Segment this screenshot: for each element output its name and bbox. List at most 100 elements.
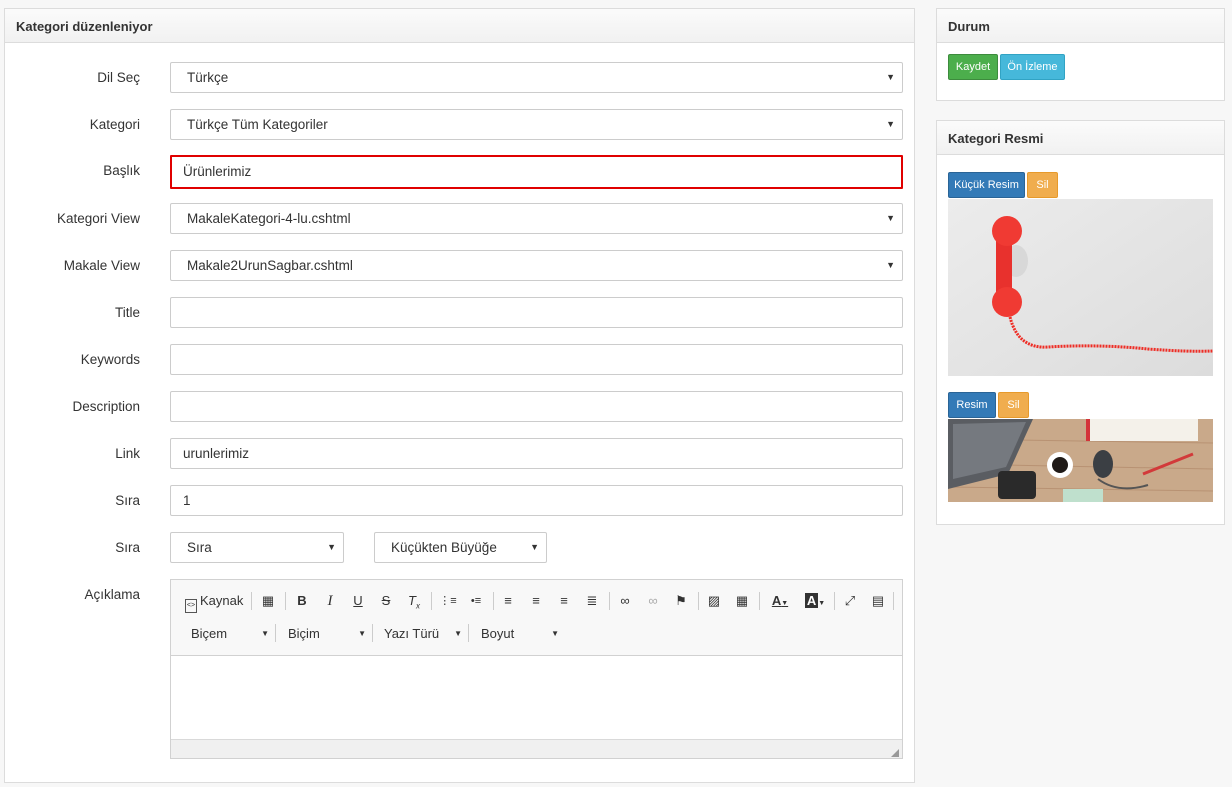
- source-icon: <>: [185, 599, 197, 613]
- order-label: Sıra: [115, 493, 140, 508]
- sort-field-select[interactable]: Sıra ▼: [170, 532, 344, 563]
- italic-icon[interactable]: I: [321, 592, 339, 610]
- sort-direction-select[interactable]: Küçükten Büyüğe ▼: [374, 532, 547, 563]
- heading-label: Başlık: [103, 163, 140, 178]
- status-title: Durum: [937, 9, 1224, 43]
- size-combo[interactable]: Boyut ▼: [481, 624, 559, 644]
- underline-icon[interactable]: U: [349, 592, 367, 610]
- telephone-receiver-image: [948, 199, 1213, 376]
- keywords-label: Keywords: [80, 352, 140, 367]
- image-icon[interactable]: ▨: [705, 592, 723, 610]
- format-combo-label: Biçem: [191, 626, 228, 641]
- order-input[interactable]: 1: [170, 485, 903, 516]
- strikethrough-icon[interactable]: S: [377, 592, 395, 610]
- category-view-label: Kategori View: [56, 211, 140, 226]
- anchor-flag-icon[interactable]: ⚑: [672, 592, 690, 610]
- heading-input[interactable]: Ürünlerimiz: [170, 155, 903, 189]
- small-image-preview: [948, 199, 1213, 376]
- category-edit-panel: Kategori düzenleniyor Dil Seç Türkçe ▼ K…: [4, 8, 915, 783]
- remove-format-icon[interactable]: Tx: [405, 592, 423, 611]
- numbered-list-icon[interactable]: ⋮≡: [439, 592, 457, 610]
- article-view-select[interactable]: Makale2UrunSagbar.cshtml ▼: [170, 250, 903, 281]
- category-select[interactable]: Türkçe Tüm Kategoriler ▼: [170, 109, 903, 140]
- table-icon[interactable]: ▦: [733, 592, 751, 610]
- language-select[interactable]: Türkçe ▼: [170, 62, 903, 93]
- category-view-select[interactable]: MakaleKategori-4-lu.cshtml ▼: [170, 203, 903, 234]
- chevron-down-icon: ▼: [530, 542, 539, 552]
- chevron-down-icon: ▼: [454, 629, 462, 638]
- link-label: Link: [115, 446, 140, 461]
- category-value: Türkçe Tüm Kategoriler: [187, 117, 328, 132]
- link-input[interactable]: urunlerimiz: [170, 438, 903, 469]
- show-blocks-icon[interactable]: ▤: [869, 592, 887, 610]
- toolbar-separator: [493, 592, 494, 610]
- align-center-icon[interactable]: ≡: [527, 592, 545, 610]
- text-color-icon[interactable]: A▼: [766, 592, 794, 610]
- chevron-down-icon: ▼: [886, 213, 895, 223]
- toolbar-separator: [275, 624, 276, 642]
- panel-title: Kategori düzenleniyor: [5, 9, 914, 43]
- maximize-icon[interactable]: ⤢: [841, 592, 859, 610]
- chevron-down-icon: ▼: [886, 260, 895, 270]
- save-button[interactable]: Kaydet: [948, 54, 998, 80]
- toolbar-separator: [251, 592, 252, 610]
- desk-workspace-image: [948, 419, 1213, 502]
- unlink-icon[interactable]: ∞: [644, 592, 662, 610]
- category-image-panel: Kategori Resmi Küçük Resim Sil Resim Sil: [936, 120, 1225, 525]
- article-view-label: Makale View: [63, 258, 140, 273]
- toolbar-separator: [468, 624, 469, 642]
- language-row: Dil Seç Türkçe ▼: [5, 62, 914, 94]
- small-image-button[interactable]: Küçük Resim: [948, 172, 1025, 198]
- font-combo[interactable]: Yazı Türü ▼: [384, 624, 462, 644]
- bold-icon[interactable]: B: [293, 592, 311, 610]
- toolbar-separator: [431, 592, 432, 610]
- category-label: Kategori: [89, 117, 140, 132]
- body-label: Açıklama: [84, 587, 140, 602]
- image-delete-button[interactable]: Sil: [998, 392, 1029, 418]
- toolbar-separator: [893, 592, 894, 610]
- editor-statusbar: [171, 739, 902, 758]
- style-combo[interactable]: Biçim ▼: [288, 624, 366, 644]
- category-view-row: Kategori View MakaleKategori-4-lu.cshtml…: [5, 203, 914, 235]
- justify-icon[interactable]: ≣: [583, 592, 601, 610]
- sort-field-value: Sıra: [187, 540, 212, 555]
- link-icon[interactable]: ∞: [616, 592, 634, 610]
- chevron-down-icon: ▼: [327, 542, 336, 552]
- keywords-row: Keywords: [5, 344, 914, 376]
- chevron-down-icon: ▼: [551, 629, 559, 638]
- source-button[interactable]: <> Kaynak: [185, 592, 247, 613]
- toolbar-separator: [609, 592, 610, 610]
- link-row: Link urunlerimiz: [5, 438, 914, 470]
- language-label: Dil Seç: [97, 70, 140, 85]
- chevron-down-icon: ▼: [886, 72, 895, 82]
- size-combo-label: Boyut: [481, 626, 515, 641]
- order-row: Sıra 1: [5, 485, 914, 517]
- chevron-down-icon: ▼: [358, 629, 366, 638]
- heading-value: Ürünlerimiz: [183, 164, 252, 179]
- resize-handle-icon[interactable]: [891, 749, 899, 757]
- description-input[interactable]: [170, 391, 903, 422]
- title-row: Title: [5, 297, 914, 329]
- title-label: Title: [114, 305, 140, 320]
- language-value: Türkçe: [187, 70, 229, 85]
- align-left-icon[interactable]: ≡: [499, 592, 517, 610]
- image-preview: [948, 419, 1213, 502]
- title-input[interactable]: [170, 297, 903, 328]
- select-all-icon[interactable]: ▦: [259, 592, 277, 610]
- category-view-value: MakaleKategori-4-lu.cshtml: [187, 211, 351, 226]
- format-combo[interactable]: Biçem ▼: [191, 624, 269, 644]
- sort-row: Sıra Sıra ▼ Küçükten Büyüğe ▼: [5, 532, 914, 564]
- align-right-icon[interactable]: ≡: [555, 592, 573, 610]
- description-label: Description: [72, 399, 140, 414]
- background-color-icon[interactable]: A ▼: [801, 592, 829, 610]
- chevron-down-icon: ▼: [886, 119, 895, 129]
- keywords-input[interactable]: [170, 344, 903, 375]
- bullet-list-icon[interactable]: •≡: [467, 592, 485, 610]
- toolbar-separator: [834, 592, 835, 610]
- image-button[interactable]: Resim: [948, 392, 996, 418]
- preview-button[interactable]: Ön İzleme: [1000, 54, 1065, 80]
- small-image-delete-button[interactable]: Sil: [1027, 172, 1058, 198]
- article-view-value: Makale2UrunSagbar.cshtml: [187, 258, 353, 273]
- font-combo-label: Yazı Türü: [384, 626, 440, 641]
- editor-content-area[interactable]: [171, 656, 902, 741]
